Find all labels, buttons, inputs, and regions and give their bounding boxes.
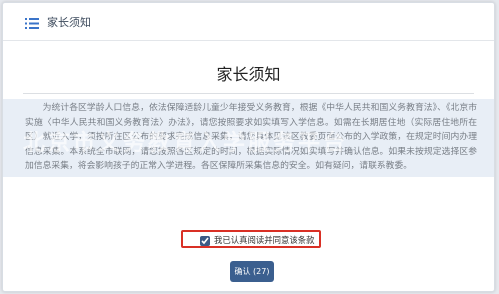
title-divider	[23, 93, 474, 94]
watermark-text: 北京市义务教育入学服务平台	[23, 131, 349, 156]
list-icon	[25, 18, 39, 29]
agree-label[interactable]: 我已认真阅读并同意该条款	[214, 235, 315, 246]
panel-header: 家长须知	[3, 3, 494, 41]
confirm-button[interactable]: 确认 (27)	[230, 261, 274, 282]
agreement-highlight: 我已认真阅读并同意该条款	[181, 230, 321, 248]
document-title: 家长须知	[216, 65, 281, 84]
agree-checkbox[interactable]	[200, 236, 210, 246]
header-title: 家长须知	[47, 16, 91, 29]
notice-panel: 家长须知 家长须知 为统计各区学龄人口信息，依法保障适龄儿童少年接受义务教育，根…	[2, 2, 495, 292]
